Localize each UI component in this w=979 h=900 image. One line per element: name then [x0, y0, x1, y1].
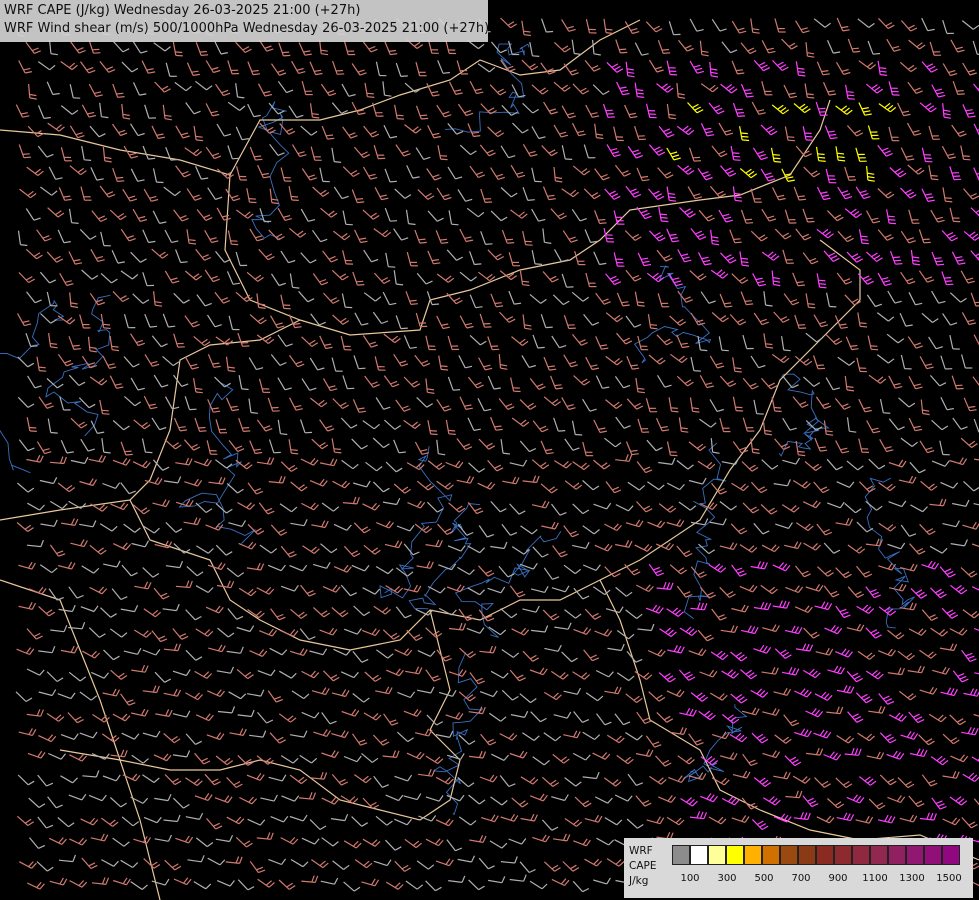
legend-label-unit: J/kg	[629, 875, 649, 887]
legend-tick: 1100	[862, 873, 888, 884]
legend-tick: 1500	[936, 873, 962, 884]
legend-tick: 100	[680, 873, 700, 884]
legend-labels: WRF CAPE J/kg	[629, 844, 656, 889]
legend-swatch	[852, 845, 870, 865]
legend-swatch	[816, 845, 834, 865]
legend-swatch	[762, 845, 780, 865]
legend-tick: 300	[717, 873, 737, 884]
legend-swatch	[870, 845, 888, 865]
legend-swatch	[888, 845, 906, 865]
legend-swatch	[780, 845, 798, 865]
legend-swatch	[726, 845, 744, 865]
legend-ticks: 100 300 500 700 900 1100 1300 1500	[672, 873, 972, 887]
legend-swatch	[834, 845, 852, 865]
legend-tick: 700	[791, 873, 811, 884]
legend-label-model: WRF	[629, 845, 653, 857]
legend-swatch	[924, 845, 942, 865]
legend-swatch	[798, 845, 816, 865]
legend-swatch	[672, 845, 690, 865]
legend-swatch	[708, 845, 726, 865]
title-wind-shear: WRF Wind shear (m/s) 500/1000hPa Wednesd…	[4, 21, 490, 36]
legend-color-scale	[672, 845, 960, 865]
weather-map	[0, 0, 979, 900]
legend-swatch	[690, 845, 708, 865]
legend-tick: 500	[754, 873, 774, 884]
legend-swatch	[906, 845, 924, 865]
legend-swatch	[744, 845, 762, 865]
cape-legend: WRF CAPE J/kg 100 300 500 700 900 1100 1…	[624, 838, 973, 898]
legend-tick: 900	[828, 873, 848, 884]
legend-swatch	[942, 845, 960, 865]
legend-label-field: CAPE	[629, 860, 657, 872]
legend-tick: 1300	[899, 873, 925, 884]
map-title: WRF CAPE (J/kg) Wednesday 26-03-2025 21:…	[0, 0, 490, 42]
title-cape: WRF CAPE (J/kg) Wednesday 26-03-2025 21:…	[4, 3, 361, 18]
